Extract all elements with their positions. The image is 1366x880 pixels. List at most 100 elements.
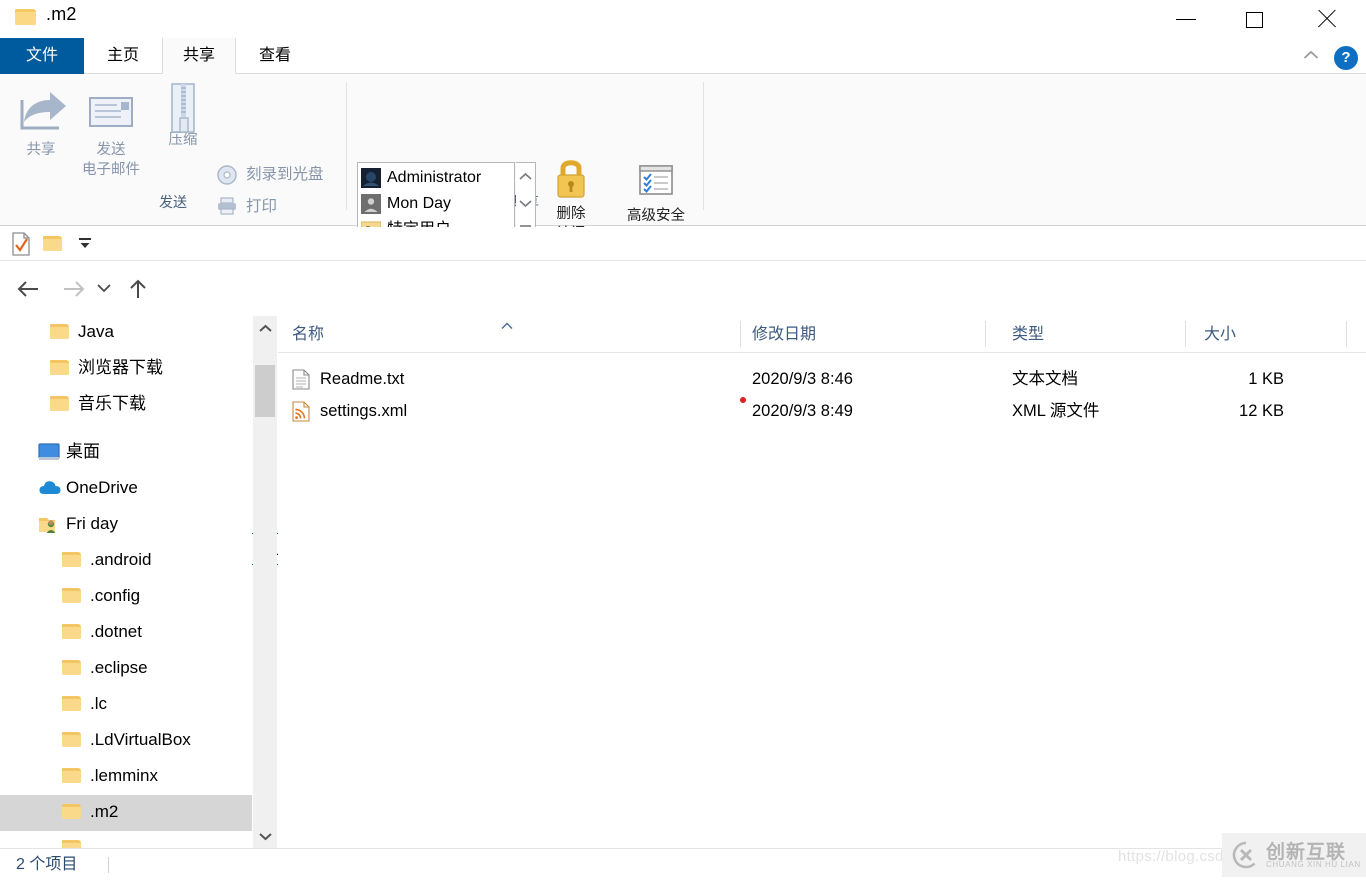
ribbon-button-email-label-2: 电子邮件 [72, 160, 150, 180]
status-divider [108, 857, 109, 873]
tab-view[interactable]: 查看 [236, 38, 314, 74]
sidebar-item-music-downloads[interactable]: 音乐下载 [0, 387, 252, 423]
sidebar-item-onedrive[interactable]: OneDrive [0, 471, 252, 507]
ribbon-button-compress[interactable]: 压缩 [144, 84, 222, 150]
sidebar-item-next[interactable] [0, 831, 252, 848]
file-date: 2020/9/3 8:46 [752, 367, 853, 391]
xml-file-icon [292, 401, 312, 422]
recent-locations-button[interactable] [96, 273, 120, 303]
onedrive-cloud-icon [38, 479, 60, 498]
forward-button[interactable] [60, 273, 90, 303]
sidebar-item-ldvirtualbox[interactable]: .LdVirtualBox [0, 723, 252, 759]
new-folder-icon[interactable] [40, 231, 66, 257]
logo-pinyin-text: CHUANG XIN HU LIAN [1266, 860, 1361, 869]
column-header-date[interactable]: 修改日期 [741, 315, 985, 353]
ribbon-button-email[interactable]: 发送 电子邮件 [72, 84, 150, 180]
ribbon-button-burn-to-disc[interactable]: 刻录到光盘 [216, 160, 340, 191]
user-folder-icon [38, 515, 60, 534]
desktop-icon [38, 443, 60, 462]
zip-icon [144, 84, 222, 136]
file-type: XML 源文件 [1012, 399, 1099, 423]
column-header-date-label: 修改日期 [752, 324, 816, 346]
folder-icon [62, 767, 84, 786]
gallery-item-administrator-label: Administrator [387, 166, 481, 190]
folder-icon [62, 695, 84, 714]
text-file-icon [292, 369, 312, 390]
column-header-type-label: 类型 [1012, 324, 1044, 346]
folder-icon [62, 587, 84, 606]
tab-share[interactable]: 共享 [162, 38, 236, 74]
file-list-pane: 名称 修改日期 类型 大小 [278, 315, 1366, 848]
column-header-size-label: 大小 [1204, 324, 1236, 346]
sidebar-item-label: .lemminx [90, 763, 158, 789]
navigation-pane-scrollbar[interactable] [253, 316, 277, 848]
folder-icon [50, 359, 72, 378]
sidebar-item-browser-downloads[interactable]: 浏览器下载 [0, 351, 252, 387]
sidebar-item-label: Java [78, 319, 114, 345]
back-button[interactable] [14, 273, 44, 303]
navigation-pane: Java 浏览器下载 音乐下载 桌面 OneDrive [0, 315, 252, 848]
ribbon-group-send-label: 发送 [0, 192, 346, 212]
user-avatar-icon [361, 194, 381, 214]
gallery-item-mon-day-label: Mon Day [387, 192, 451, 216]
scrollbar-thumb[interactable] [255, 365, 275, 417]
file-name: settings.xml [320, 399, 407, 423]
sidebar-item-lemminx[interactable]: .lemminx [0, 759, 252, 795]
disc-icon [216, 164, 240, 186]
chevron-up-icon[interactable] [1298, 44, 1324, 68]
sidebar-item-android[interactable]: .android [0, 543, 252, 579]
properties-checkmark-icon[interactable] [8, 231, 34, 257]
close-button[interactable] [1304, 0, 1350, 38]
file-date: 2020/9/3 8:49 [752, 399, 853, 423]
file-size: 1 KB [1178, 367, 1284, 391]
sidebar-item-desktop[interactable]: 桌面 [0, 435, 252, 471]
gallery-item-mon-day[interactable]: Mon Day [361, 191, 511, 217]
scroll-up-icon[interactable] [253, 316, 277, 340]
ribbon-button-advanced-security-label: 高级安全 [612, 206, 700, 226]
logo-mark-icon [1232, 841, 1260, 869]
sidebar-item-dotnet[interactable]: .dotnet [0, 615, 252, 651]
folder-icon [62, 659, 84, 678]
table-row[interactable]: Readme.txt 2020/9/3 8:46 文本文档 1 KB [278, 363, 1366, 395]
column-header-size[interactable]: 大小 [1186, 315, 1346, 353]
file-size: 12 KB [1178, 399, 1284, 423]
sidebar-item-lc[interactable]: .lc [0, 687, 252, 723]
ribbon-button-share-label: 共享 [2, 140, 80, 160]
ribbon-button-advanced-security[interactable]: 高级安全 [612, 158, 700, 226]
column-divider[interactable] [1346, 321, 1347, 347]
logo-badge: 创新互联 CHUANG XIN HU LIAN [1222, 833, 1366, 877]
ribbon-button-burn-label: 刻录到光盘 [246, 163, 324, 186]
column-header-name[interactable]: 名称 [278, 315, 740, 353]
gallery-item-administrator[interactable]: Administrator [361, 165, 511, 191]
minimize-button[interactable] [1164, 0, 1210, 38]
column-header-type[interactable]: 类型 [986, 315, 1185, 353]
table-row[interactable]: settings.xml 2020/9/3 8:49 XML 源文件 12 KB [278, 395, 1366, 427]
group-separator-2 [703, 82, 704, 210]
tab-home[interactable]: 主页 [84, 38, 162, 74]
folder-icon [62, 839, 84, 848]
customize-quick-access-icon[interactable] [72, 231, 98, 257]
sidebar-item-eclipse[interactable]: .eclipse [0, 651, 252, 687]
ribbon-panel: 共享 发送 电子邮件 [0, 74, 1366, 226]
up-button[interactable] [126, 273, 156, 303]
help-button[interactable]: ? [1334, 46, 1358, 70]
tab-file[interactable]: 文件 [0, 38, 84, 74]
folder-icon [50, 323, 72, 342]
sidebar-item-friday[interactable]: Fri day [0, 507, 252, 543]
sidebar-item-config[interactable]: .config [0, 579, 252, 615]
sidebar-item-m2[interactable]: .m2 [0, 795, 252, 831]
share-arrow-icon [2, 84, 80, 136]
scroll-down-icon[interactable] [253, 824, 277, 848]
quick-access-toolbar [0, 227, 1366, 261]
sidebar-item-label: OneDrive [66, 475, 138, 501]
folder-icon [62, 551, 84, 570]
file-name: Readme.txt [320, 367, 404, 391]
sidebar-item-java[interactable]: Java [0, 315, 252, 351]
sidebar-item-label: .LdVirtualBox [90, 727, 191, 753]
annotation-dot [740, 397, 746, 403]
ribbon-button-share[interactable]: 共享 [2, 84, 80, 160]
window-title: .m2 [46, 4, 77, 25]
sidebar-item-label: .m2 [90, 799, 118, 825]
maximize-button[interactable] [1233, 0, 1279, 38]
sidebar-item-label: .eclipse [90, 655, 148, 681]
